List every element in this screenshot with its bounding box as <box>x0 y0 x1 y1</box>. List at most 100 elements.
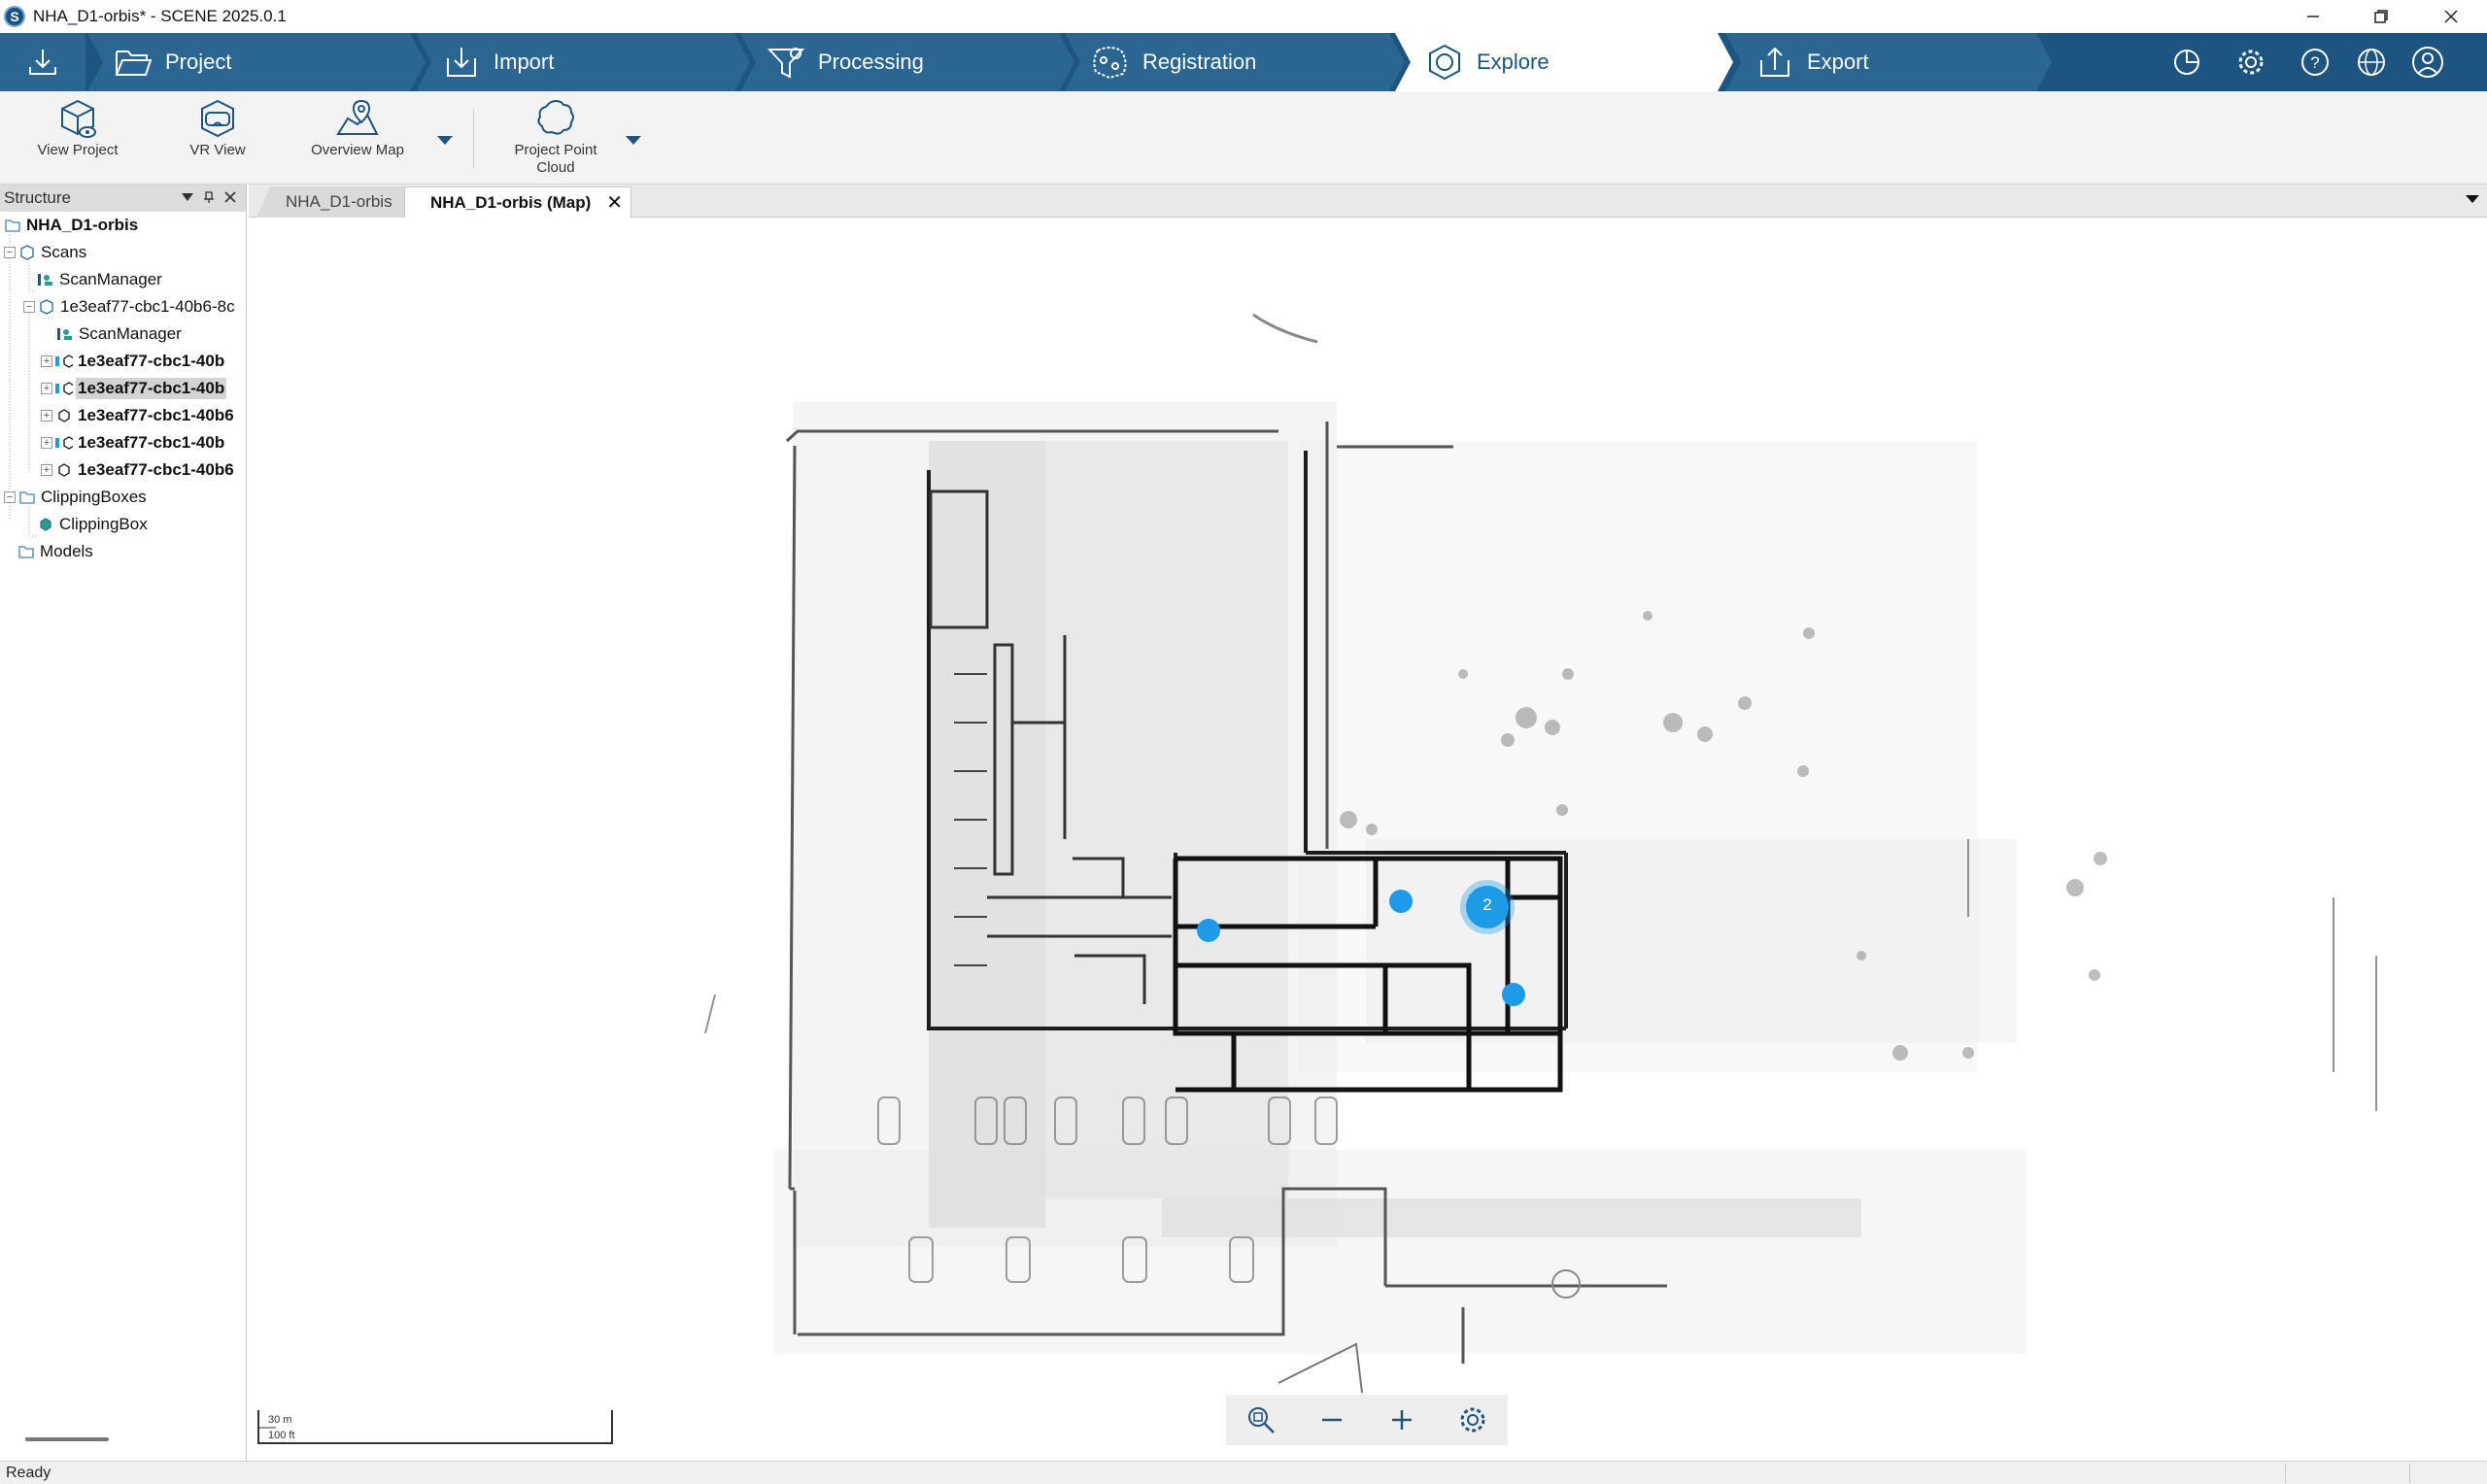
close-icon <box>2444 10 2458 23</box>
scan-icon <box>55 434 73 452</box>
scan-marker[interactable] <box>1197 919 1220 942</box>
download-icon <box>29 50 56 75</box>
minimize-icon <box>2307 16 2319 17</box>
status-bar: Ready <box>0 1461 2487 1484</box>
restore-icon <box>2374 10 2388 23</box>
expand-icon[interactable]: + <box>41 464 52 476</box>
tab-explore-label: Explore <box>1477 50 1550 74</box>
tab-project[interactable]: Project <box>87 33 426 91</box>
tab-processing[interactable]: Processing <box>740 33 1074 91</box>
tab-processing-label: Processing <box>818 50 924 74</box>
expand-icon[interactable]: + <box>41 383 52 394</box>
workflow-right-tools: ? <box>2052 33 2487 91</box>
sphere-icon[interactable] <box>2355 46 2388 79</box>
restore-button[interactable] <box>2347 0 2415 33</box>
scan-group-icon <box>38 298 55 316</box>
tab-map-view[interactable]: NHA_D1-orbis (Map) ✕ <box>404 186 632 218</box>
zoom-fit-button[interactable] <box>1242 1400 1280 1439</box>
document-tabs: NHA_D1-orbis NHA_D1-orbis (Map) ✕ <box>249 185 2487 218</box>
view-project-button[interactable]: View Project <box>29 97 126 159</box>
download-button[interactable] <box>0 33 85 91</box>
project-point-cloud-button[interactable]: Project Point Cloud <box>499 97 612 177</box>
folder-icon <box>4 217 21 234</box>
vr-view-button[interactable]: VR View <box>169 97 266 159</box>
window-title: NHA_D1-orbis* - SCENE 2025.0.1 <box>33 7 287 25</box>
tree-item-clippingboxes[interactable]: − ClippingBoxes <box>4 484 149 511</box>
import-icon <box>441 42 482 83</box>
tree-item-scan-2[interactable]: + 1e3eaf77-cbc1-40b <box>41 375 227 402</box>
scale-bar: 30 m 100 ft <box>256 1408 613 1447</box>
zoom-fit-icon <box>1248 1407 1276 1433</box>
tree-item-scanmanager[interactable]: ScanManager <box>37 266 164 293</box>
registration-icon <box>1090 42 1131 83</box>
scan-marker[interactable] <box>1502 983 1525 1006</box>
scan-icon <box>55 407 73 424</box>
tree-item-models[interactable]: Models <box>17 538 95 565</box>
workflow-bar: Project Import Processing Registration E… <box>0 33 2487 91</box>
map-pin-icon <box>336 99 379 135</box>
expand-icon[interactable]: + <box>41 437 52 449</box>
scans-folder-icon <box>18 244 36 261</box>
tab-3d-view[interactable]: NHA_D1-orbis <box>256 186 404 218</box>
svg-text:?: ? <box>2310 53 2319 72</box>
structure-title: Structure <box>4 188 71 207</box>
point-cloud-floorplan <box>704 313 2377 1394</box>
overview-map-label: Overview Map <box>311 142 404 158</box>
clipping-box-icon <box>37 516 54 533</box>
close-tab-icon[interactable]: ✕ <box>606 190 623 215</box>
project-point-cloud-label-2: Cloud <box>536 159 575 176</box>
map-toolbar <box>1226 1395 1508 1445</box>
tree-item-scanmanager-2[interactable]: ScanManager <box>56 320 184 348</box>
map-view[interactable]: 2 30 m 100 ft <box>249 218 2487 1461</box>
expand-icon[interactable]: + <box>41 355 52 367</box>
ribbon-toolbar: View Project VR View Overview Map Projec… <box>0 91 2487 185</box>
collapse-icon[interactable]: − <box>4 491 16 503</box>
help-icon[interactable]: ? <box>2299 46 2332 79</box>
structure-header: Structure <box>0 185 246 212</box>
tree-item-scan-5[interactable]: + 1e3eaf77-cbc1-40b6 <box>41 456 236 484</box>
close-window-button[interactable] <box>2417 0 2485 33</box>
user-icon[interactable] <box>2411 46 2444 79</box>
scan-marker[interactable] <box>1389 890 1413 913</box>
folder-icon <box>17 543 35 560</box>
view-project-label: View Project <box>37 142 119 158</box>
close-panel-icon[interactable] <box>221 188 239 206</box>
collapse-icon[interactable]: − <box>23 301 35 313</box>
pin-icon[interactable] <box>200 188 218 206</box>
explore-icon <box>1424 42 1465 83</box>
zoom-out-button[interactable] <box>1312 1400 1351 1439</box>
tabs-dropdown[interactable] <box>2464 192 2481 210</box>
tree-item-project[interactable]: NHA_D1-orbis <box>4 212 140 239</box>
expand-icon[interactable]: + <box>41 410 52 422</box>
tree-item-scan-1[interactable]: + 1e3eaf77-cbc1-40b <box>41 348 226 375</box>
tab-explore[interactable]: Explore <box>1395 33 1733 91</box>
tree-item-scan-3[interactable]: + 1e3eaf77-cbc1-40b6 <box>41 402 236 429</box>
pie-chart-icon[interactable] <box>2170 46 2203 79</box>
structure-scrollbar[interactable] <box>25 1437 109 1441</box>
tree-item-scan-group[interactable]: − 1e3eaf77-cbc1-40b6-8c <box>23 293 237 320</box>
tab-import[interactable]: Import <box>416 33 750 91</box>
zoom-out-icon <box>1321 1418 1342 1422</box>
scale-imperial-label: 100 ft <box>268 1430 295 1441</box>
gear-icon[interactable] <box>2234 46 2267 79</box>
tab-registration[interactable]: Registration <box>1065 33 1405 91</box>
scanmanager-icon <box>56 325 74 343</box>
zoom-in-button[interactable] <box>1382 1400 1421 1439</box>
map-settings-button[interactable] <box>1453 1400 1492 1439</box>
tree-item-scans[interactable]: − Scans <box>4 239 88 266</box>
tree-item-clippingbox[interactable]: ClippingBox <box>37 511 150 538</box>
collapse-icon[interactable]: − <box>4 247 16 258</box>
status-divider <box>2285 1464 2286 1483</box>
tree-item-scan-4[interactable]: + 1e3eaf77-cbc1-40b <box>41 429 226 456</box>
minimize-button[interactable] <box>2279 0 2347 33</box>
title-bar: S NHA_D1-orbis* - SCENE 2025.0.1 <box>0 0 2487 33</box>
ribbon-separator <box>473 109 474 169</box>
panel-menu-icon[interactable] <box>179 188 196 206</box>
project-point-cloud-label-1: Project Point <box>514 142 597 158</box>
chevron-down-icon <box>626 136 641 145</box>
point-cloud-dropdown[interactable] <box>623 130 644 150</box>
overview-map-button[interactable]: Overview Map <box>307 97 408 159</box>
tab-registration-label: Registration <box>1142 50 1257 74</box>
tab-export[interactable]: Export <box>1725 33 2052 91</box>
overview-map-dropdown[interactable] <box>434 130 456 150</box>
